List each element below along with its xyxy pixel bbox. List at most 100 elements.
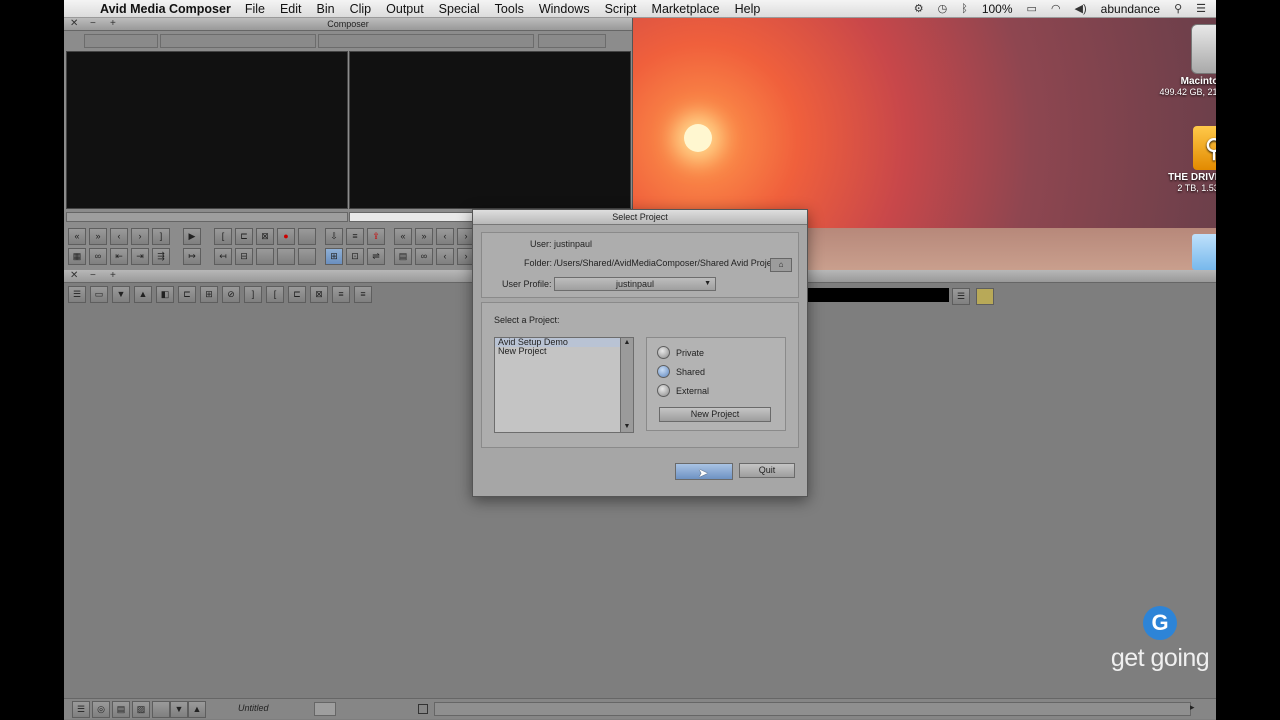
time-machine-icon[interactable]: ◷ (938, 2, 948, 15)
settings-icon[interactable]: ☰ (68, 286, 86, 303)
close-icon[interactable]: ✕ (70, 270, 78, 281)
source-tracking-menu[interactable] (160, 34, 316, 48)
scroll-left-icon[interactable] (418, 704, 428, 714)
grid-icon[interactable]: ▦ (68, 248, 86, 265)
scale-bar[interactable] (314, 702, 336, 716)
menu-windows[interactable]: Windows (539, 2, 590, 16)
play-icon[interactable]: ▶ (183, 228, 201, 245)
bluetooth-icon[interactable]: ᛒ (961, 3, 968, 15)
menu-tools[interactable]: Tools (495, 2, 524, 16)
menu-output[interactable]: Output (386, 2, 424, 16)
notification-center-icon[interactable]: ☰ (1196, 2, 1206, 15)
menu-app-name[interactable]: Avid Media Composer (100, 2, 231, 16)
menu-script[interactable]: Script (605, 2, 637, 16)
volume-icon[interactable]: ◀) (1075, 2, 1087, 15)
source-clip-menu[interactable] (84, 34, 158, 48)
overwrite-icon[interactable]: ≡ (332, 286, 350, 303)
menu-special[interactable]: Special (439, 2, 480, 16)
step-forward-icon[interactable]: » (89, 228, 107, 245)
user-profile-select[interactable]: justinpaul ▼ (554, 277, 716, 291)
desktop-icon-folder[interactable] (1190, 234, 1216, 270)
timeline-scrollbar[interactable] (434, 702, 1191, 716)
audio-icon[interactable]: ⊟ (235, 248, 253, 265)
menu-marketplace[interactable]: Marketplace (652, 2, 720, 16)
go-to-prev-edit-icon[interactable]: ↤ (214, 248, 232, 265)
radio-shared[interactable]: Shared (657, 365, 705, 378)
timeline-position-bar[interactable] (804, 288, 949, 302)
clear-marks-icon[interactable]: ⊠ (256, 228, 274, 245)
minimize-icon[interactable]: − (90, 270, 96, 281)
clear-marks-icon[interactable]: ⊠ (310, 286, 328, 303)
timeline-color-icon[interactable] (976, 288, 994, 305)
spotlight-search-icon[interactable]: ⚲ (1174, 2, 1182, 15)
extract-icon[interactable]: ▲ (134, 286, 152, 303)
menu-edit[interactable]: Edit (280, 2, 302, 16)
effect-mode-icon[interactable]: ⊡ (346, 248, 364, 265)
mark-out-icon[interactable]: ] (152, 228, 170, 245)
go-to-next-edit-icon[interactable]: ↦ (183, 248, 201, 265)
mark-clip-icon[interactable]: ⊏ (288, 286, 306, 303)
sequence-name[interactable]: Untitled (238, 703, 269, 713)
step-back-icon[interactable]: « (68, 228, 86, 245)
timeline-menu-icon[interactable]: ☰ (952, 288, 970, 305)
prev-frame-icon[interactable]: ‹ (436, 228, 454, 245)
source-monitor[interactable] (66, 51, 348, 209)
blank-button-icon[interactable] (256, 248, 274, 265)
menu-bin[interactable]: Bin (317, 2, 335, 16)
splice-in-icon[interactable]: ⇩ (325, 228, 343, 245)
timeline-view-icon[interactable]: ☰ (72, 701, 90, 718)
zoom-icon[interactable]: + (110, 18, 116, 30)
menu-help[interactable]: Help (735, 2, 761, 16)
rewind-icon[interactable]: « (394, 228, 412, 245)
mark-in-icon[interactable]: [ (214, 228, 232, 245)
monitor-icon[interactable]: ▭ (90, 286, 108, 303)
blank-button-icon[interactable] (298, 248, 316, 265)
link-icon[interactable]: ∞ (89, 248, 107, 265)
quit-button[interactable]: Quit (739, 463, 795, 478)
film-icon[interactable]: ▤ (112, 701, 130, 718)
snapshot-icon[interactable]: ⊞ (200, 286, 218, 303)
tool-icon[interactable]: ⚙ (914, 2, 924, 15)
blank-button-icon[interactable] (298, 228, 316, 245)
segment-icon[interactable]: ◧ (156, 286, 174, 303)
trim-mode-icon[interactable]: ⇌ (367, 248, 385, 265)
battery-icon[interactable]: ▭ (1027, 2, 1037, 15)
blank-button-icon[interactable] (152, 701, 170, 718)
project-list-item[interactable]: New Project (495, 347, 633, 356)
menu-clip[interactable]: Clip (350, 2, 372, 16)
record-clip-menu[interactable] (318, 34, 534, 48)
record-monitor[interactable] (349, 51, 631, 209)
source-record-toggle-icon[interactable]: ⊞ (325, 248, 343, 265)
blank-button-icon[interactable] (277, 248, 295, 265)
mark-clip-icon[interactable]: ⊏ (235, 228, 253, 245)
match-frame-icon[interactable]: ⇶ (152, 248, 170, 265)
browse-folder-icon[interactable]: ⌂ (770, 258, 792, 272)
target-icon[interactable]: ◎ (92, 701, 110, 718)
scroll-up-icon[interactable]: ▲ (621, 338, 633, 348)
desktop-icon-the-drive[interactable]: ⚲ THE DRIVE AUG 13 2 TB, 1.53 TB free (1154, 126, 1216, 193)
close-icon[interactable]: ✕ (70, 18, 78, 30)
extract-icon[interactable]: ▲ (188, 701, 206, 718)
list-icon[interactable]: ▤ (394, 248, 412, 265)
desktop-icon-macintosh-hd[interactable]: Macintosh HD 499.42 GB, 216.53 GB free (1154, 24, 1216, 97)
user-name[interactable]: abundance (1101, 2, 1160, 16)
project-list-scrollbar[interactable]: ▲ ▼ (620, 338, 633, 432)
source-position-bar[interactable] (66, 212, 348, 222)
step-left-icon[interactable]: ‹ (436, 248, 454, 265)
project-list[interactable]: Avid Setup Demo New Project ▲ ▼ (494, 337, 634, 433)
record-tracking-menu[interactable] (538, 34, 606, 48)
scroll-right-icon[interactable]: ▸ (1190, 702, 1195, 713)
loop-icon[interactable]: ∞ (415, 248, 433, 265)
step-back-frame-icon[interactable]: ‹ (110, 228, 128, 245)
radio-private[interactable]: Private (657, 346, 704, 359)
mark-in-icon[interactable]: [ (266, 286, 284, 303)
add-marker-icon[interactable]: ● (277, 228, 295, 245)
overwrite-icon[interactable]: ≡ (346, 228, 364, 245)
top-icon[interactable]: ⊏ (178, 286, 196, 303)
image-icon[interactable]: ▨ (132, 701, 150, 718)
no-entry-icon[interactable]: ⊘ (222, 286, 240, 303)
go-to-in-icon[interactable]: ⇤ (110, 248, 128, 265)
zoom-icon[interactable]: + (110, 270, 116, 281)
lift-icon[interactable]: ▼ (112, 286, 130, 303)
splice-icon[interactable]: ≡ (354, 286, 372, 303)
